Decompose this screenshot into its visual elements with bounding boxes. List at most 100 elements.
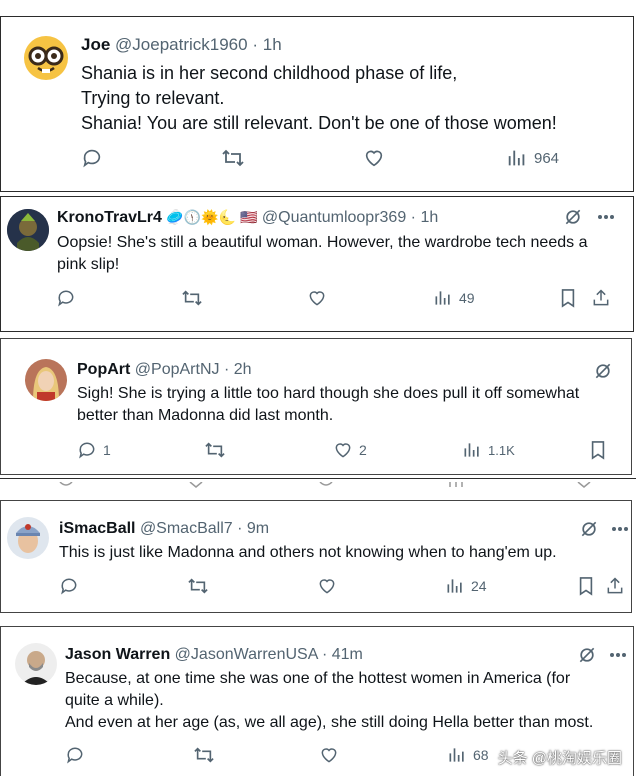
more-options-icon[interactable]	[609, 652, 627, 658]
reply-button[interactable]	[59, 576, 79, 596]
timestamp[interactable]: 41m	[332, 646, 363, 663]
views-chart-icon	[508, 150, 525, 166]
tweet-text-line: Shania is in her second childhood phase …	[81, 63, 458, 83]
repost-icon	[222, 149, 244, 167]
timestamp[interactable]: 9m	[247, 520, 269, 537]
author-name[interactable]: KronoTravLr4	[57, 209, 162, 226]
bookmark-button[interactable]	[589, 440, 607, 460]
separator-dot: ·	[321, 646, 328, 663]
like-button[interactable]	[307, 288, 327, 308]
avatar[interactable]	[7, 517, 49, 559]
tweet-card[interactable]: PopArt @PopArtNJ · 2h Sigh! She is tryin…	[0, 338, 632, 475]
views-button[interactable]: 49	[433, 288, 475, 308]
reply-icon	[67, 747, 83, 764]
views-chart-icon	[447, 579, 462, 593]
timestamp[interactable]: 2h	[234, 361, 252, 378]
cropped-icons-decoration	[59, 481, 591, 488]
grok-icon[interactable]	[579, 519, 599, 539]
views-chart-icon	[449, 748, 464, 762]
repost-icon	[182, 290, 202, 306]
repost-icon	[188, 578, 208, 594]
reply-icon	[58, 290, 74, 307]
tweet-text-line: Trying to relevant.	[81, 88, 225, 108]
repost-button[interactable]	[204, 440, 226, 460]
author-name[interactable]: PopArt	[77, 361, 130, 378]
like-button[interactable]	[317, 576, 337, 596]
views-button[interactable]: 1.1K	[462, 440, 515, 460]
bookmark-button[interactable]	[577, 576, 595, 596]
tweet-card[interactable]: iSmacBall @SmacBall7 · 9m This is just l…	[0, 500, 632, 613]
tweet-card[interactable]: Joe @Joepatrick1960 · 1h Shania is in he…	[0, 16, 634, 192]
like-button[interactable]	[319, 745, 339, 765]
reply-button[interactable]	[56, 288, 76, 308]
views-chart-icon	[464, 443, 479, 457]
author-handle[interactable]: @Quantumloopr369	[262, 209, 406, 226]
tweet-text-line: This is just like Madonna and others not…	[59, 544, 557, 561]
tweet-text-line: Because, at one time she was one of the …	[65, 670, 571, 687]
author-name[interactable]: iSmacBall	[59, 520, 135, 537]
bookmark-icon	[591, 441, 605, 460]
more-options-icon[interactable]	[611, 526, 629, 532]
heart-icon	[321, 748, 337, 763]
tweet-text-line: Shania! You are still relevant. Don't be…	[81, 113, 557, 133]
separator-dot: ·	[237, 520, 243, 537]
tweet-text-line: quite a while).	[65, 692, 164, 709]
repost-button[interactable]	[187, 576, 209, 596]
repost-button[interactable]	[193, 745, 215, 765]
like-button[interactable]: 2	[333, 440, 367, 460]
avatar[interactable]	[15, 643, 57, 685]
share-button[interactable]	[605, 576, 625, 596]
user-photo-avatar	[7, 517, 49, 559]
separator-dot: ·	[410, 209, 416, 226]
bookmark-icon	[561, 289, 575, 308]
repost-button[interactable]	[181, 288, 203, 308]
user-photo-avatar	[25, 359, 67, 401]
more-options-icon[interactable]	[597, 214, 615, 220]
separator-dot: ·	[223, 361, 230, 378]
heart-icon	[335, 443, 351, 458]
user-photo-avatar	[7, 209, 49, 251]
reply-button[interactable]	[65, 745, 85, 765]
author-handle[interactable]: @SmacBall7	[140, 520, 233, 537]
tweet-card[interactable]: KronoTravLr4 🥏🕦🌞🌜 🇺🇸 @Quantumloopr369 · …	[0, 196, 634, 332]
view-count: 49	[459, 290, 475, 306]
reply-button[interactable]	[81, 147, 103, 169]
grok-icon[interactable]	[577, 645, 597, 665]
share-icon	[593, 289, 609, 306]
repost-icon	[194, 747, 214, 763]
author-handle[interactable]: @PopArtNJ	[135, 361, 220, 378]
like-button[interactable]	[363, 147, 385, 169]
tweet-text-line: Oopsie! She's still a beautiful woman. H…	[57, 234, 588, 251]
views-button[interactable]: 68	[447, 745, 489, 765]
repost-button[interactable]	[221, 147, 245, 169]
author-handle[interactable]: @JasonWarrenUSA	[175, 646, 318, 663]
views-button[interactable]: 24	[445, 576, 487, 596]
nerd-face-emoji-avatar	[24, 36, 68, 80]
reply-button[interactable]: 1	[77, 440, 111, 460]
grok-icon[interactable]	[593, 361, 613, 381]
author-name[interactable]: Joe	[81, 35, 110, 54]
bookmark-icon	[579, 577, 593, 596]
timestamp[interactable]: 1h	[420, 209, 438, 226]
heart-icon	[319, 579, 335, 594]
avatar[interactable]	[23, 35, 69, 81]
grok-icon[interactable]	[563, 207, 583, 227]
author-handle[interactable]: @Joepatrick1960	[115, 35, 248, 54]
reply-icon	[83, 149, 101, 168]
repost-icon	[205, 442, 225, 458]
reply-icon	[61, 578, 77, 595]
avatar[interactable]	[25, 359, 67, 401]
tweet-text-line: better than Madonna did last month.	[77, 407, 334, 424]
tweet-text-line: Sigh! She is trying a little too hard th…	[77, 385, 580, 402]
bookmark-button[interactable]	[559, 288, 577, 308]
view-count: 964	[534, 149, 560, 167]
timestamp[interactable]: 1h	[263, 35, 282, 54]
share-button[interactable]	[591, 288, 611, 308]
avatar[interactable]	[7, 209, 49, 251]
view-count: 1.1K	[488, 442, 515, 458]
views-chart-icon	[435, 291, 450, 305]
reply-icon	[79, 442, 95, 459]
view-count: 24	[471, 578, 487, 594]
views-button[interactable]: 964	[506, 147, 559, 169]
author-name[interactable]: Jason Warren	[65, 646, 170, 663]
